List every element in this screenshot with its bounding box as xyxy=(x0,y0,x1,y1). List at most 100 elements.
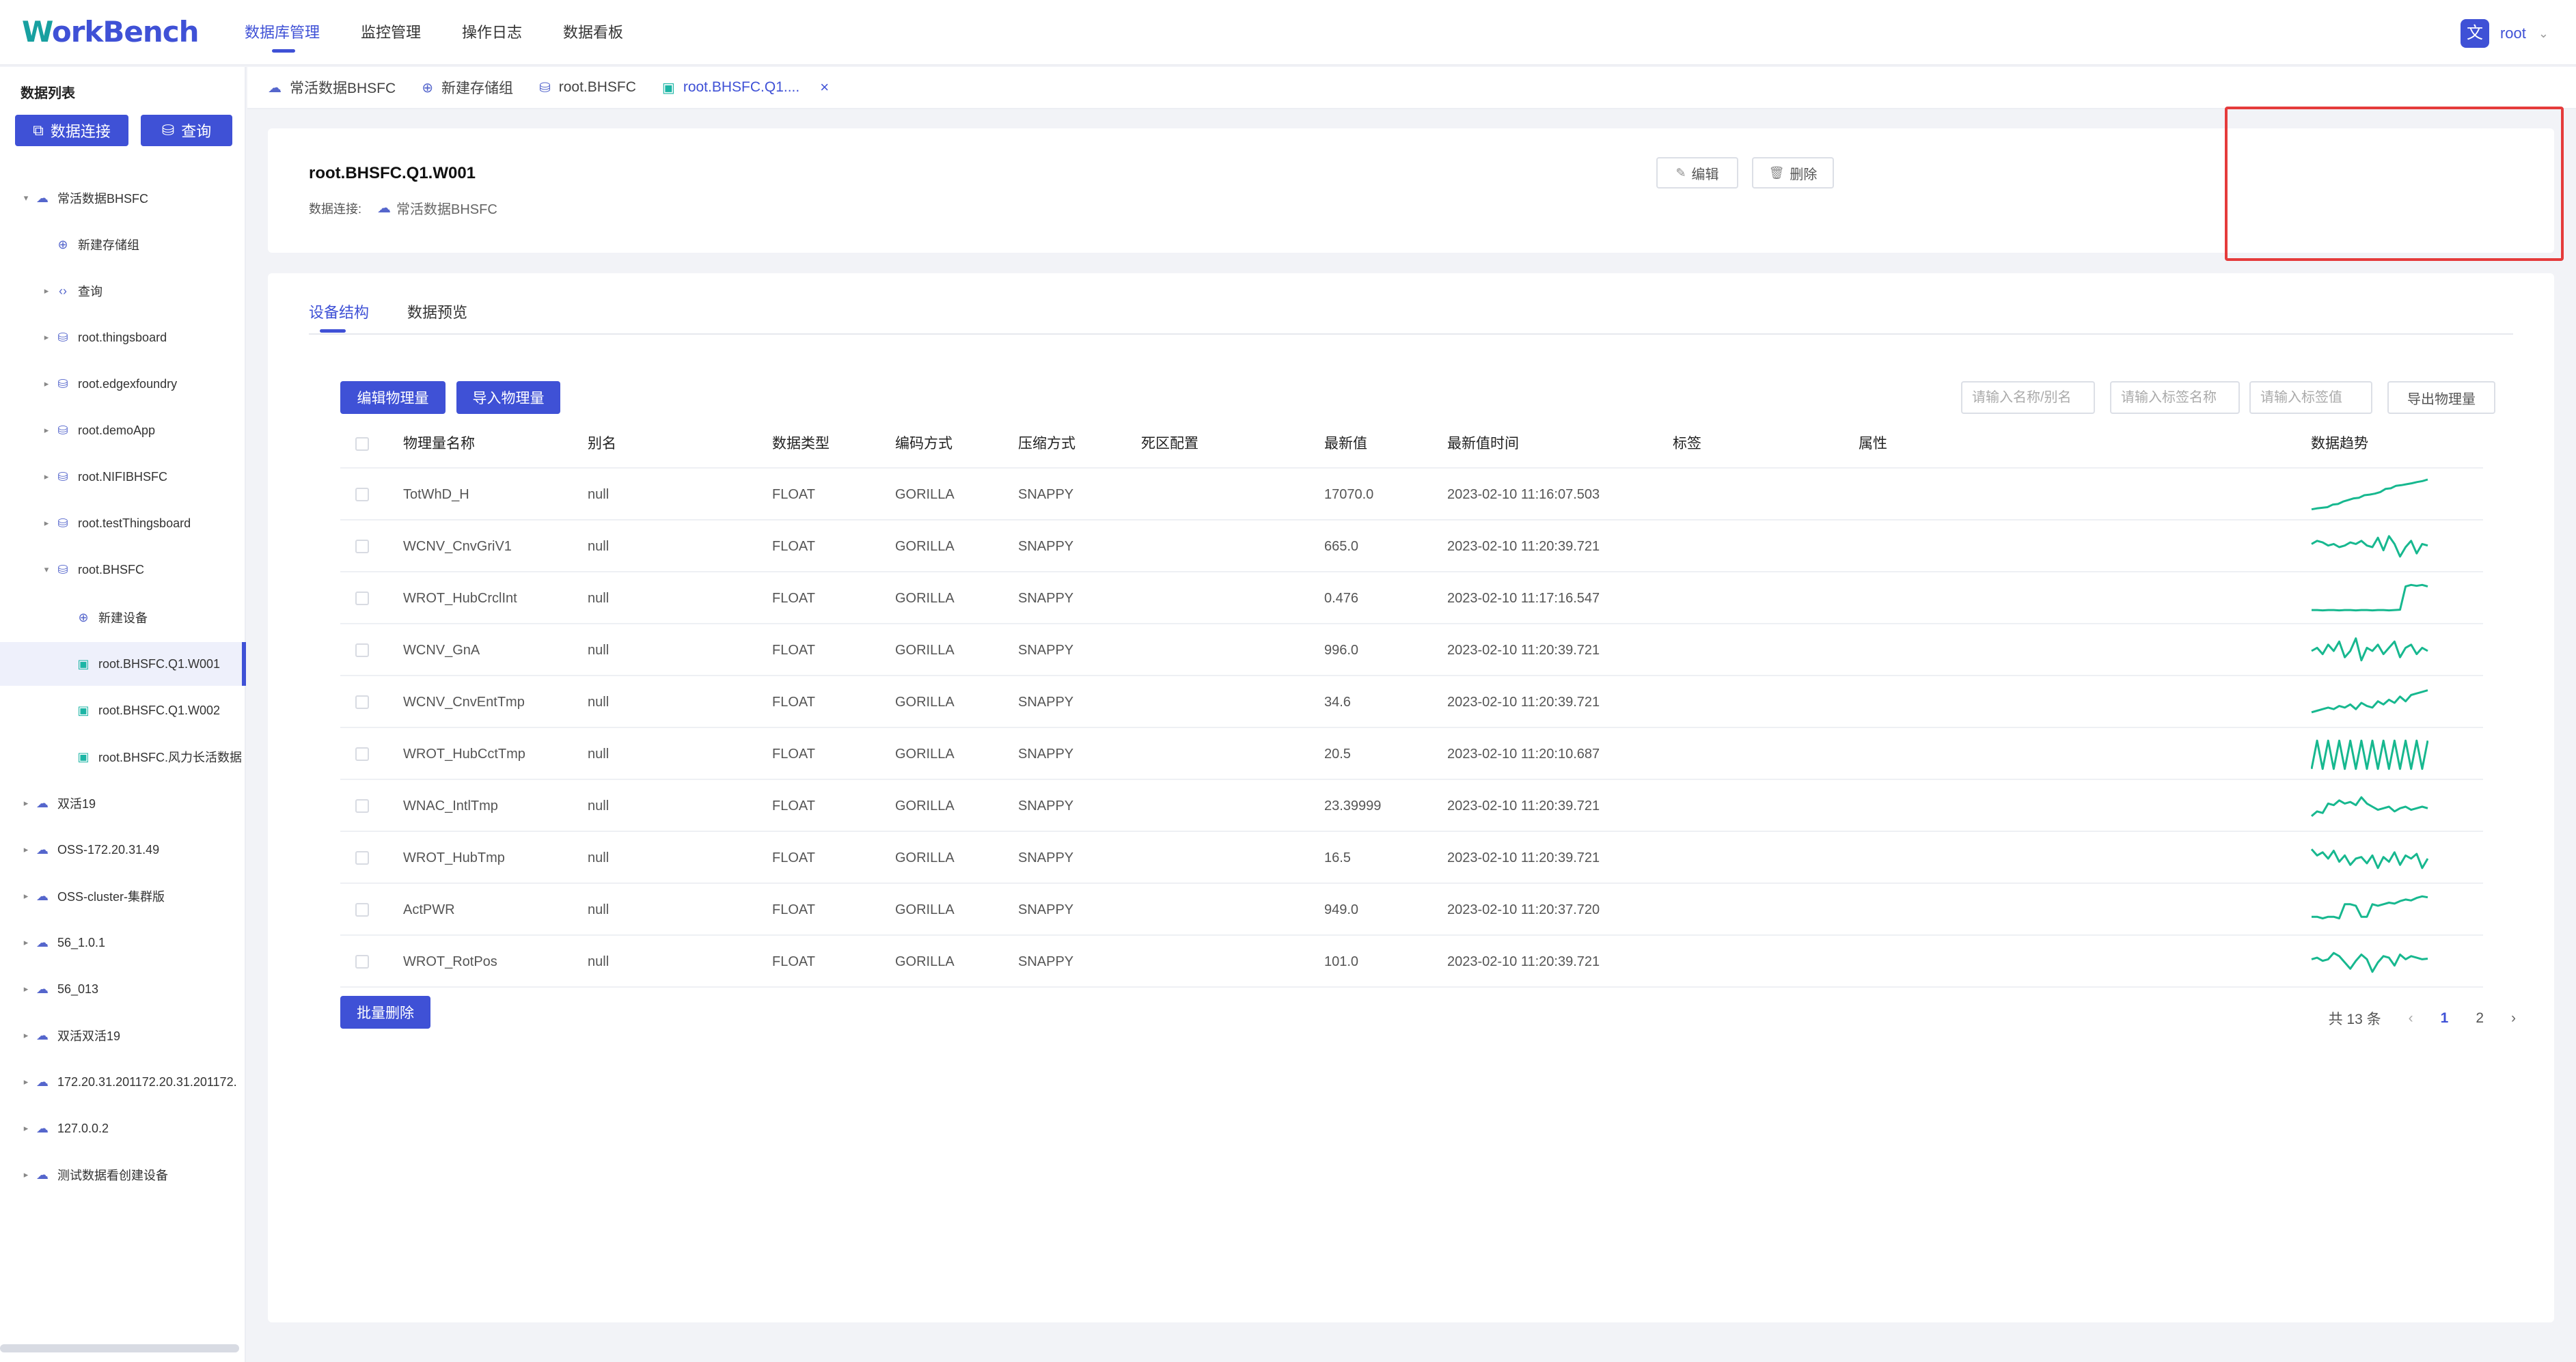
tab-device-structure[interactable]: 设备结构 xyxy=(309,301,369,333)
caret-right-icon[interactable]: ▸ xyxy=(20,937,31,948)
tab-connection[interactable]: ☁ 常活数据BHSFC xyxy=(268,77,396,98)
tree-node[interactable]: ▸ ‹› 查询 xyxy=(0,269,246,313)
table-row[interactable]: WCNV_GnA null FLOAT GORILLA SNAPPY 996.0 2023-… xyxy=(340,624,2483,676)
prev-page-icon[interactable]: ‹ xyxy=(2409,1010,2413,1027)
batch-delete-button[interactable]: 批量删除 xyxy=(340,996,430,1029)
next-page-icon[interactable]: › xyxy=(2511,1010,2516,1027)
sidebar: 数据列表 ⧉ 数据连接 ⛁ 查询 ▾ ☁ 常活数据BHSFC ⊕ 新建存储组 ▸ ‹› 查询 ▸ ⛁ r… xyxy=(0,67,246,1362)
tree-node[interactable]: ▸ ☁ OSS-172.20.31.49 xyxy=(0,828,246,872)
tab-root-bhsfc[interactable]: ⛁ root.BHSFC xyxy=(539,79,636,96)
tree-node[interactable]: ▸ ☁ 127.0.0.2 xyxy=(0,1107,246,1150)
tree-node[interactable]: ▸ ⛁ root.testThingsboard xyxy=(0,501,246,545)
import-measurements-button[interactable]: 导入物理量 xyxy=(456,381,560,414)
table-row[interactable]: WROT_RotPos null FLOAT GORILLA SNAPPY 101.0 20… xyxy=(340,936,2483,988)
table-row[interactable]: WNAC_IntlTmp null FLOAT GORILLA SNAPPY 23.399… xyxy=(340,780,2483,832)
tree-node[interactable]: ▸ ☁ OSS-cluster-集群版 xyxy=(0,874,246,918)
cell-latest: 101.0 xyxy=(1324,954,1359,969)
tree-node[interactable]: ▸ ☁ 56_013 xyxy=(0,967,246,1011)
nav-database-management[interactable]: 数据库管理 xyxy=(245,0,320,66)
user-menu[interactable]: 文 root ⌄ xyxy=(2460,19,2549,48)
row-checkbox[interactable] xyxy=(355,903,369,917)
edit-measurements-button[interactable]: 编辑物理量 xyxy=(340,381,446,414)
export-measurements-button[interactable]: 导出物理量 xyxy=(2387,381,2495,414)
caret-right-icon[interactable]: ▸ xyxy=(20,1169,31,1180)
tree-node[interactable]: ▸ ☁ 56_1.0.1 xyxy=(0,921,246,964)
tab-data-preview[interactable]: 数据预览 xyxy=(407,301,467,322)
tree-node[interactable]: ▸ ☁ 双活19 xyxy=(0,781,246,825)
row-checkbox[interactable] xyxy=(355,955,369,969)
nav-monitoring[interactable]: 监控管理 xyxy=(361,0,421,66)
table-row[interactable]: WCNV_CnvEntTmp null FLOAT GORILLA SNAPPY 34.6… xyxy=(340,676,2483,728)
tree-node[interactable]: ▣ root.BHSFC.Q1.W001 xyxy=(0,642,246,686)
nav-operation-log[interactable]: 操作日志 xyxy=(462,0,522,66)
select-all-checkbox[interactable] xyxy=(355,437,369,451)
caret-right-icon[interactable]: ▸ xyxy=(20,1123,31,1134)
table-row[interactable]: TotWhD_H null FLOAT GORILLA SNAPPY 17070.0 202… xyxy=(340,469,2483,520)
tab-device-w001[interactable]: ▣ root.BHSFC.Q1.... × xyxy=(662,79,829,96)
row-checkbox[interactable] xyxy=(355,747,369,761)
tree-node[interactable]: ▣ root.BHSFC.风力长活数据 xyxy=(0,735,246,779)
tree-node[interactable]: ⊕ 新建存储组 xyxy=(0,223,246,266)
caret-right-icon[interactable]: ▸ xyxy=(41,378,52,389)
top-header: WorkBench 数据库管理 监控管理 操作日志 数据看板 文 root ⌄ xyxy=(0,0,2576,66)
tab-new-storage-group[interactable]: ⊕ 新建存储组 xyxy=(422,77,513,98)
page-1[interactable]: 1 xyxy=(2441,1010,2449,1027)
search-tag-value-input[interactable]: 请输入标签值 xyxy=(2249,381,2372,414)
caret-right-icon[interactable]: ▸ xyxy=(20,891,31,902)
sparkline xyxy=(2312,895,2428,919)
row-checkbox[interactable] xyxy=(355,799,369,813)
tree-node[interactable]: ▸ ☁ 测试数据看创建设备 xyxy=(0,1153,246,1197)
row-checkbox[interactable] xyxy=(355,592,369,605)
search-tag-name-input[interactable]: 请输入标签名称 xyxy=(2110,381,2240,414)
caret-right-icon[interactable]: ▸ xyxy=(41,518,52,529)
tree-node[interactable]: ▸ ☁ 172.20.31.201172.20.31.201172. xyxy=(0,1060,246,1104)
tree-node[interactable]: ▣ root.BHSFC.Q1.W002 xyxy=(0,689,246,732)
search-name-input[interactable]: 请输入名称/别名 xyxy=(1961,381,2095,414)
user-name[interactable]: root xyxy=(2500,25,2526,42)
row-checkbox[interactable] xyxy=(355,695,369,709)
delete-button[interactable]: 🗑 删除 xyxy=(1752,157,1834,189)
caret-right-icon[interactable]: ▸ xyxy=(41,425,52,436)
tree-node[interactable]: ▾ ☁ 常活数据BHSFC xyxy=(0,176,246,220)
chevron-down-icon[interactable]: ⌄ xyxy=(2538,27,2549,41)
tree-node[interactable]: ▸ ⛁ root.edgexfoundry xyxy=(0,362,246,406)
table-row[interactable]: ActPWR null FLOAT GORILLA SNAPPY 949.0 2023-02… xyxy=(340,884,2483,936)
connection-value[interactable]: ☁ 常活数据BHSFC xyxy=(377,198,497,218)
table-row[interactable]: WROT_HubCrclInt null FLOAT GORILLA SNAPPY 0.4… xyxy=(340,572,2483,624)
tree-node[interactable]: ▸ ⛁ root.NIFIBHSFC xyxy=(0,455,246,499)
row-checkbox[interactable] xyxy=(355,488,369,501)
row-checkbox[interactable] xyxy=(355,851,369,865)
nav-dashboard[interactable]: 数据看板 xyxy=(563,0,623,66)
cell-time: 2023-02-10 11:20:10.687 xyxy=(1447,747,1600,762)
page-2[interactable]: 2 xyxy=(2476,1010,2484,1027)
caret-right-icon[interactable]: ▸ xyxy=(20,798,31,809)
language-icon[interactable]: 文 xyxy=(2460,19,2489,48)
row-checkbox[interactable] xyxy=(355,540,369,553)
caret-right-icon[interactable]: ▸ xyxy=(20,984,31,995)
close-icon[interactable]: × xyxy=(820,79,829,96)
column-header: 死区配置 xyxy=(1141,436,1198,451)
table-row[interactable]: WCNV_CnvGriV1 null FLOAT GORILLA SNAPPY 665.0… xyxy=(340,520,2483,572)
caret-down-icon[interactable]: ▾ xyxy=(41,564,52,575)
table-row[interactable]: WROT_HubTmp null FLOAT GORILLA SNAPPY 16.5 202… xyxy=(340,832,2483,884)
data-connect-button[interactable]: ⧉ 数据连接 xyxy=(15,115,128,146)
cloud-db-icon: ☁ xyxy=(36,1074,49,1089)
caret-right-icon[interactable]: ▸ xyxy=(41,332,52,343)
row-checkbox[interactable] xyxy=(355,643,369,657)
caret-down-icon[interactable]: ▾ xyxy=(20,193,31,204)
tree-node[interactable]: ▸ ⛁ root.thingsboard xyxy=(0,316,246,359)
app-logo[interactable]: WorkBench xyxy=(22,15,200,48)
tree-node[interactable]: ▾ ⛁ root.BHSFC xyxy=(0,548,246,592)
caret-right-icon[interactable]: ▸ xyxy=(41,471,52,482)
caret-right-icon[interactable]: ▸ xyxy=(20,844,31,855)
query-button[interactable]: ⛁ 查询 xyxy=(141,115,232,146)
tree-node[interactable]: ⊕ 新建设备 xyxy=(0,596,246,639)
edit-button[interactable]: ✎ 编辑 xyxy=(1656,157,1738,189)
caret-right-icon[interactable]: ▸ xyxy=(20,1076,31,1087)
caret-right-icon[interactable]: ▸ xyxy=(41,286,52,296)
caret-right-icon[interactable]: ▸ xyxy=(20,1030,31,1041)
sidebar-scrollbar[interactable] xyxy=(0,1344,239,1352)
table-row[interactable]: WROT_HubCctTmp null FLOAT GORILLA SNAPPY 20.5… xyxy=(340,728,2483,780)
tree-node[interactable]: ▸ ☁ 双活双活19 xyxy=(0,1014,246,1057)
tree-node[interactable]: ▸ ⛁ root.demoApp xyxy=(0,408,246,452)
